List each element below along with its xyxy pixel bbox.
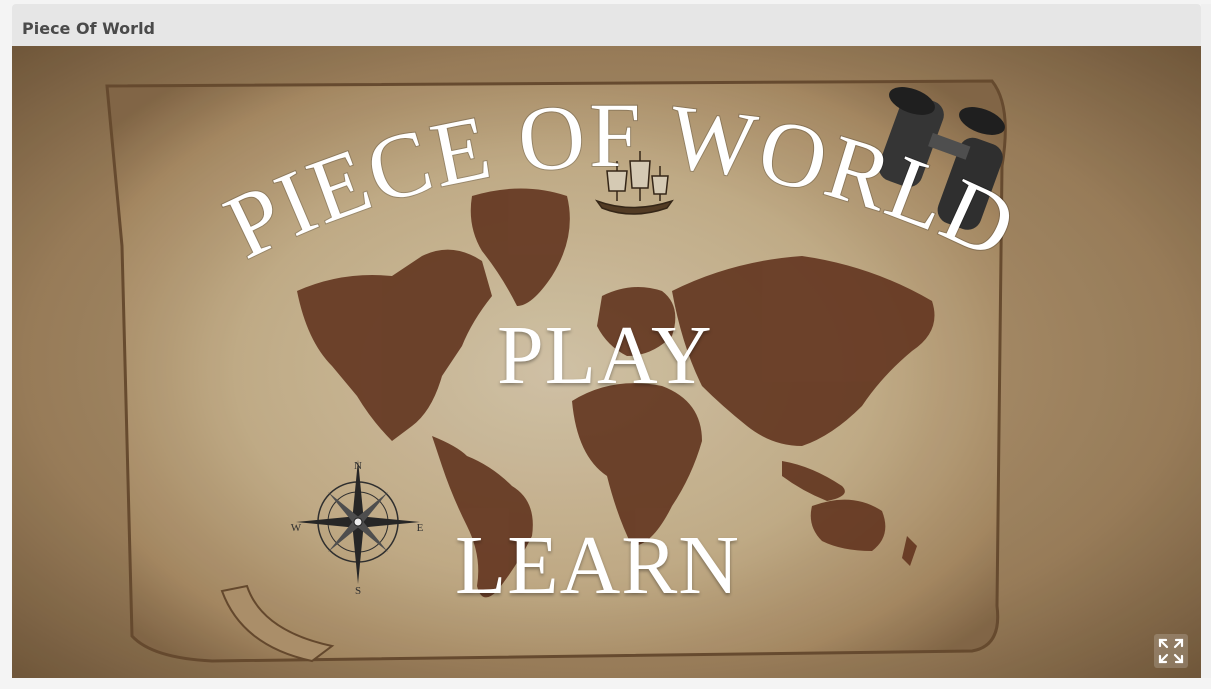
learn-button[interactable]: LEARN [455, 524, 740, 608]
window-title: Piece Of World [22, 19, 155, 38]
svg-text:PIECE OF WORLD: PIECE OF WORLD [210, 84, 1032, 279]
game-title-text: PIECE OF WORLD [209, 83, 1031, 280]
play-button[interactable]: PLAY [497, 314, 713, 398]
fullscreen-button[interactable] [1154, 634, 1188, 668]
fullscreen-expand-icon [1158, 638, 1184, 664]
game-canvas[interactable]: N S E W PIECE OF WORLD PLAY LEARN [12, 46, 1201, 678]
window-titlebar: Piece Of World [12, 4, 1201, 46]
page-right-edge [1201, 4, 1211, 678]
